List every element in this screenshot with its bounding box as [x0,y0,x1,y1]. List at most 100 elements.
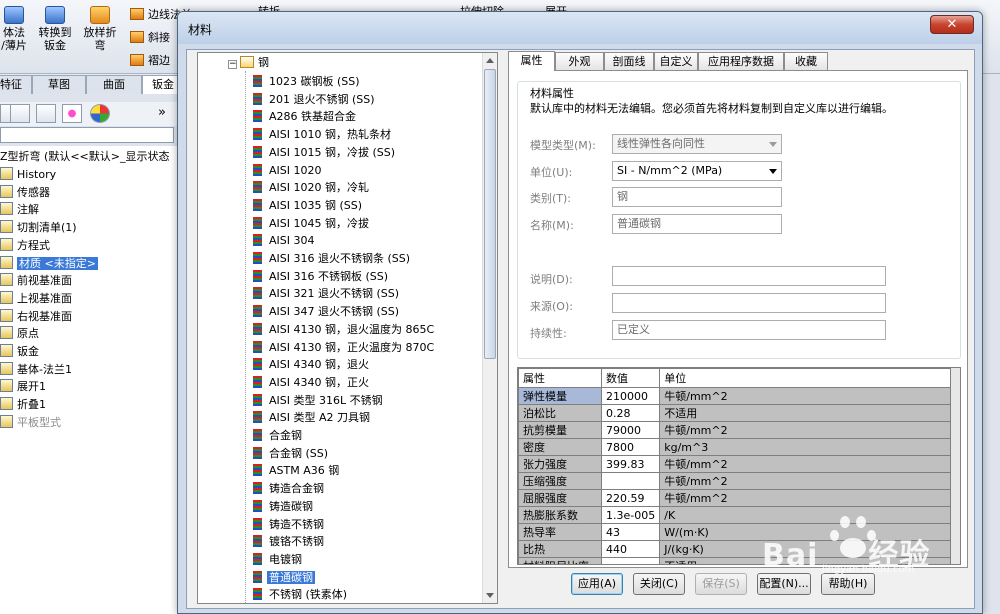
source-field[interactable] [612,293,886,313]
hem-button[interactable]: 褶边 [130,52,170,68]
tree-item[interactable]: 展开1 [0,378,46,396]
tab-crosshatch[interactable]: 剖面线 [604,52,654,70]
tree-item[interactable]: 传感器 [0,184,50,202]
dimxpert-icon[interactable] [62,104,82,123]
collapse-icon[interactable]: − [228,60,237,69]
tab-surfaces[interactable]: 曲面 [86,75,142,94]
material-item[interactable]: A286 铁基超合金 [253,108,358,126]
table-row[interactable]: 张力强度 399.83 牛顿/mm^2 [518,455,951,473]
material-item[interactable]: 1023 碳钢板 (SS) [253,73,362,91]
tree-item[interactable]: History [0,166,56,184]
material-item[interactable]: AISI 321 退火不锈钢 (SS) [253,285,401,303]
convert-to-sheetmetal-button[interactable]: 转换到 钣金 [35,6,75,52]
property-value-cell[interactable]: 440 [600,540,661,558]
property-value-cell[interactable] [600,557,661,564]
category-field[interactable]: 钢 [612,187,782,207]
table-row[interactable]: 密度 7800 kg/m^3 [518,438,951,456]
material-item[interactable]: 不锈钢 (铁素体) [253,586,349,603]
material-item[interactable]: AISI 4340 钢，正火 [253,374,371,392]
tab-custom[interactable]: 自定义 [654,52,698,70]
tab-features[interactable]: 特征 [0,75,32,94]
name-field[interactable]: 普通碳钢 [612,214,782,234]
property-value-cell[interactable]: 43 [600,523,661,541]
save-button[interactable]: 保存(S) [695,573,747,595]
table-row[interactable]: 抗剪模量 79000 牛顿/mm^2 [518,421,951,439]
tree-filter-input[interactable] [0,127,174,143]
property-value-cell[interactable]: 0.28 [600,404,661,422]
tree-item[interactable]: 前视基准面 [0,272,72,290]
material-item[interactable]: AISI 1015 钢，冷拔 (SS) [253,144,397,162]
material-item[interactable]: AISI 1020 [253,162,324,180]
material-item[interactable]: AISI 1035 钢 (SS) [253,197,364,215]
material-item[interactable]: AISI 4130 钢，退火温度为 865C [253,321,436,339]
material-item[interactable]: AISI 1020 钢，冷轧 [253,179,371,197]
tree-scrollbar[interactable] [482,53,497,603]
apply-button[interactable]: 应用(A) [571,573,623,595]
tab-sketch[interactable]: 草图 [32,75,86,94]
material-item[interactable]: 合金钢 (SS) [253,445,330,463]
close-icon[interactable]: ✕ [930,15,974,34]
material-item[interactable]: AISI 1010 钢，热轧条材 [253,126,393,144]
material-item[interactable]: 铸造不锈钢 [253,516,326,534]
tree-item[interactable]: 材质 <未指定> [0,255,98,273]
units-select[interactable]: SI - N/mm^2 (MPa) [612,161,782,181]
tree-item[interactable]: 基体-法兰1 [0,361,72,379]
property-value-cell[interactable] [600,472,661,490]
scroll-thumb[interactable] [484,69,496,359]
scroll-up-icon[interactable] [486,58,494,63]
tree-node-steel[interactable]: − 钢 [228,55,269,71]
material-item[interactable]: 铸造碳钢 [253,498,315,516]
tree-item[interactable]: 切割清单(1) [0,219,77,237]
material-item[interactable]: AISI 304 [253,232,317,250]
tree-item[interactable]: 钣金 [0,343,39,361]
material-item[interactable]: 镀铬不锈钢 [253,533,326,551]
tree-item[interactable]: 方程式 [0,237,50,255]
configuration-manager-icon[interactable] [36,104,56,123]
property-value-cell[interactable]: 220.59 [600,489,661,507]
tree-item[interactable]: 折叠1 [0,396,46,414]
material-item[interactable]: 电镀钢 [253,551,304,569]
tree-item[interactable]: 原点 [0,325,39,343]
tree-header[interactable]: Z型折弯 (默认<<默认>_显示状态 [0,148,169,166]
table-row[interactable]: 压缩强度 牛顿/mm^2 [518,472,951,490]
scroll-down-icon[interactable] [486,593,494,598]
dialog-titlebar[interactable]: 材料 ✕ [178,12,982,44]
tree-item[interactable]: 上视基准面 [0,290,72,308]
config-button[interactable]: 配置(N)... [757,573,811,595]
material-item[interactable]: AISI 类型 316L 不锈钢 [253,392,385,410]
lofted-bend-button[interactable]: 放样折弯 [80,6,120,52]
material-item[interactable]: 普通碳钢 [253,569,315,587]
material-item[interactable]: AISI 347 退火不锈钢 (SS) [253,303,401,321]
material-library-tree[interactable]: − 钢 1023 碳钢板 (SS) 201 退火不锈钢 (SS) A286 铁基超合金… [197,52,498,604]
close-button[interactable]: 关闭(C) [633,573,685,595]
material-item[interactable]: 铸造合金钢 [253,480,326,498]
miter-flange-button[interactable]: 斜接 [130,29,170,45]
table-row[interactable]: 屈服强度 220.59 牛顿/mm^2 [518,489,951,507]
property-value-cell[interactable]: 7800 [600,438,661,456]
tab-appearance[interactable]: 外观 [555,52,604,70]
property-value-cell[interactable]: 210000 [600,387,661,405]
sustainability-field[interactable]: 已定义 [612,320,886,340]
property-manager-icon[interactable] [10,104,30,123]
material-item[interactable]: AISI 4130 钢，正火温度为 870C [253,339,436,357]
material-item[interactable]: AISI 316 退火不锈钢条 (SS) [253,250,412,268]
material-item[interactable]: 201 退火不锈钢 (SS) [253,91,377,109]
material-item[interactable]: AISI 4340 钢，退火 [253,356,371,374]
tab-favorites[interactable]: 收藏 [784,52,828,70]
table-row[interactable]: 弹性模量 210000 牛顿/mm^2 [518,387,951,405]
display-manager-icon[interactable] [90,104,110,123]
tree-item[interactable]: 注解 [0,201,39,219]
material-item[interactable]: ASTM A36 钢 [253,462,341,480]
description-field[interactable] [612,266,886,286]
tab-application-data[interactable]: 应用程序数据 [698,52,784,70]
extrude-sheet-button[interactable]: 体法/薄片 [0,6,34,52]
tab-properties[interactable]: 属性 [508,51,555,71]
material-item[interactable]: AISI 类型 A2 刀具钢 [253,409,372,427]
property-value-cell[interactable]: 1.3e-005 [600,506,661,524]
property-value-cell[interactable]: 399.83 [600,455,661,473]
property-value-cell[interactable]: 79000 [600,421,661,439]
material-item[interactable]: AISI 316 不锈钢板 (SS) [253,268,390,286]
material-item[interactable]: AISI 1045 钢，冷拔 [253,215,371,233]
material-item[interactable]: 合金钢 [253,427,304,445]
tree-item[interactable]: 平板型式 [0,414,61,432]
